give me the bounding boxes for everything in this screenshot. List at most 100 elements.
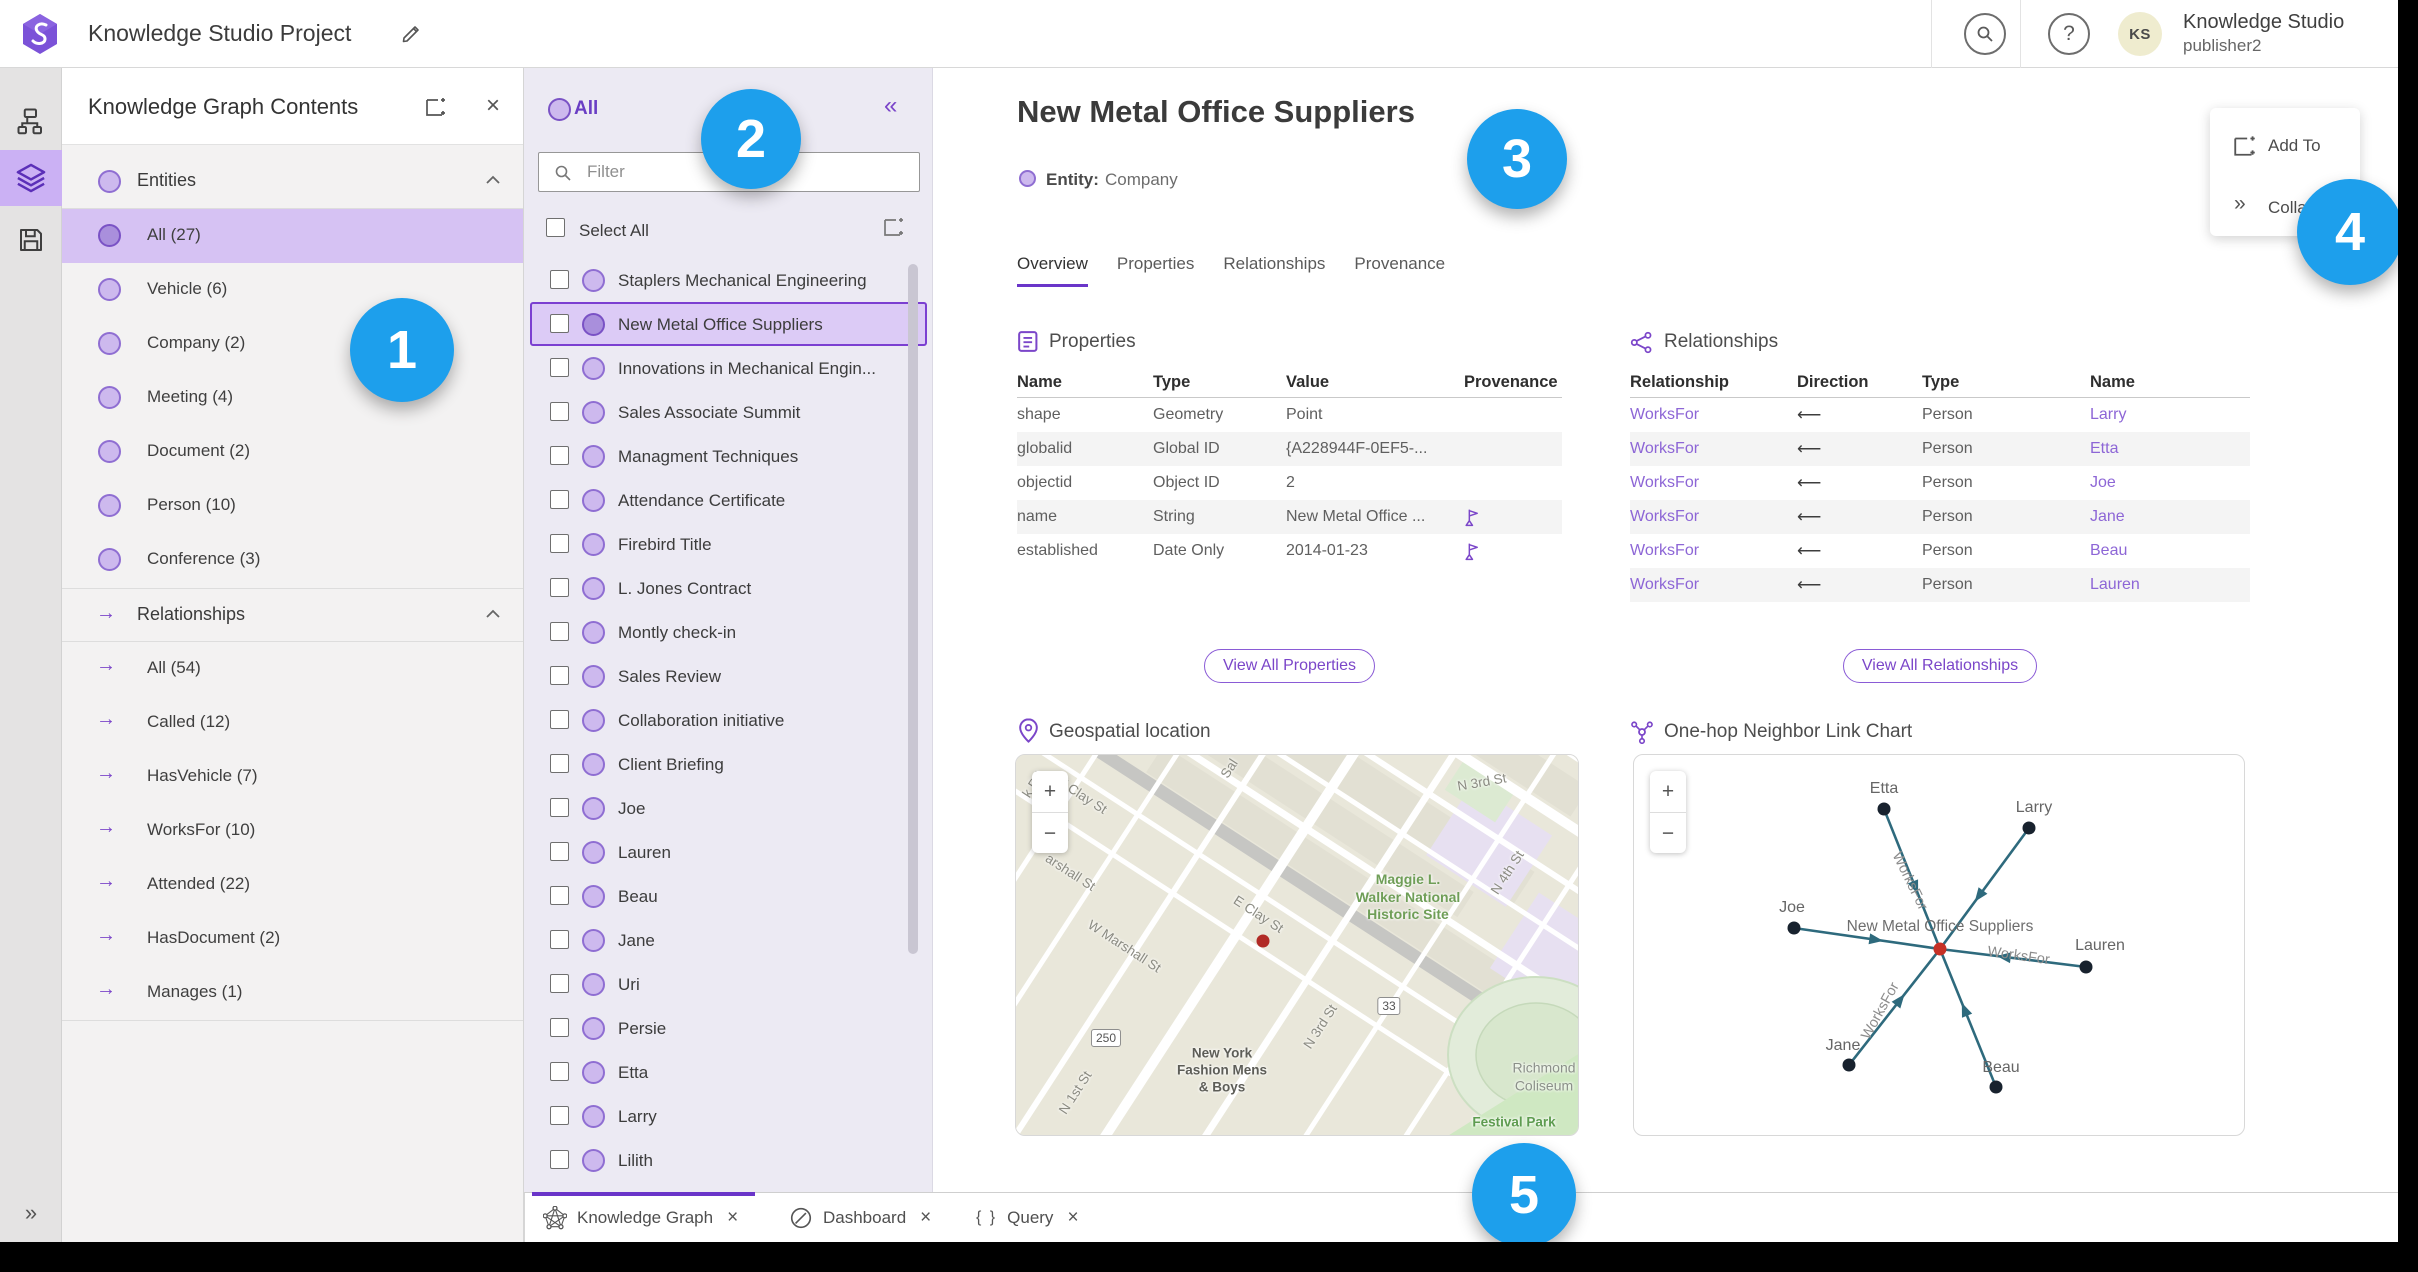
sidebar-item-conference-3-[interactable]: Conference (3): [62, 533, 523, 587]
item-checkbox[interactable]: [550, 842, 569, 861]
table-cell[interactable]: WorksFor: [1630, 406, 1797, 424]
list-item-sales-associate-summit[interactable]: Sales Associate Summit: [530, 390, 927, 434]
sidebar-item-attended-22-[interactable]: → Attended (22): [62, 858, 523, 912]
zoom-out-button[interactable]: −: [1650, 812, 1686, 853]
list-item-uri[interactable]: Uri: [530, 962, 927, 1006]
sidebar-item-vehicle-6-[interactable]: Vehicle (6): [62, 263, 523, 317]
list-item-persie[interactable]: Persie: [530, 1006, 927, 1050]
item-checkbox[interactable]: [550, 270, 569, 289]
table-cell[interactable]: Joe: [2090, 474, 2250, 492]
node-joe[interactable]: [1787, 921, 1801, 935]
item-checkbox[interactable]: [550, 1150, 569, 1169]
item-checkbox[interactable]: [550, 886, 569, 905]
tab-overview[interactable]: Overview: [1017, 254, 1088, 287]
node-etta[interactable]: [1877, 802, 1891, 816]
tab-properties[interactable]: Properties: [1117, 254, 1194, 284]
list-scrollbar[interactable]: [908, 264, 918, 954]
list-item-lauren[interactable]: Lauren: [530, 830, 927, 874]
sidebar-item-person-10-[interactable]: Person (10): [62, 479, 523, 533]
zoom-in-button[interactable]: +: [1032, 771, 1068, 812]
tab-provenance[interactable]: Provenance: [1354, 254, 1445, 284]
sidebar-item-hasvehicle-7-[interactable]: → HasVehicle (7): [62, 750, 523, 804]
item-checkbox[interactable]: [550, 974, 569, 993]
table-cell[interactable]: WorksFor: [1630, 576, 1797, 594]
node-jane[interactable]: [1842, 1058, 1856, 1072]
collapse-list-icon[interactable]: «: [884, 92, 897, 120]
list-item-client-briefing[interactable]: Client Briefing: [530, 742, 927, 786]
zoom-in-button[interactable]: +: [1650, 771, 1686, 812]
sidebar-item-called-12-[interactable]: → Called (12): [62, 696, 523, 750]
list-item-larry[interactable]: Larry: [530, 1094, 927, 1138]
view-all-properties-button[interactable]: View All Properties: [1203, 649, 1376, 683]
sidebar-item-all-54-[interactable]: → All (54): [62, 642, 523, 696]
zoom-out-button[interactable]: −: [1032, 812, 1068, 853]
sidebar-item-all-27-[interactable]: All (27): [62, 209, 523, 263]
item-checkbox[interactable]: [550, 314, 569, 333]
edit-pencil-icon[interactable]: [400, 21, 424, 45]
list-item-lilith[interactable]: Lilith: [530, 1138, 927, 1182]
sidebar-item-document-2-[interactable]: Document (2): [62, 425, 523, 479]
list-filter-type[interactable]: All: [574, 98, 598, 120]
item-checkbox[interactable]: [550, 622, 569, 641]
view-all-relationships-button[interactable]: View All Relationships: [1842, 649, 2038, 683]
item-checkbox[interactable]: [550, 710, 569, 729]
search-button[interactable]: [1964, 13, 2006, 55]
table-cell[interactable]: WorksFor: [1630, 474, 1797, 492]
list-item-innovations-in-mechanical-engin-[interactable]: Innovations in Mechanical Engin...: [530, 346, 927, 390]
table-cell[interactable]: WorksFor: [1630, 508, 1797, 526]
provenance-flag-icon[interactable]: [1464, 542, 1481, 561]
tab-relationships[interactable]: Relationships: [1223, 254, 1325, 284]
table-cell[interactable]: Larry: [2090, 406, 2250, 424]
table-cell[interactable]: WorksFor: [1630, 542, 1797, 560]
table-cell[interactable]: WorksFor: [1630, 440, 1797, 458]
node-larry[interactable]: [2022, 821, 2036, 835]
item-checkbox[interactable]: [550, 798, 569, 817]
list-item-managment-techniques[interactable]: Managment Techniques: [530, 434, 927, 478]
save-tool-button[interactable]: [0, 212, 62, 268]
item-checkbox[interactable]: [550, 1062, 569, 1081]
item-checkbox[interactable]: [550, 930, 569, 949]
link-chart[interactable]: WorksFor WorksFor WorksFor Etta Larry Joe Laur…: [1633, 754, 2245, 1136]
edge-jane[interactable]: [1851, 951, 1939, 1062]
table-cell[interactable]: Jane: [2090, 508, 2250, 526]
help-button[interactable]: ?: [2048, 13, 2090, 55]
add-to-map-icon[interactable]: [424, 94, 448, 118]
list-item-staplers-mechanical-engineering[interactable]: Staplers Mechanical Engineering: [530, 258, 927, 302]
list-item-collaboration-initiative[interactable]: Collaboration initiative: [530, 698, 927, 742]
geospatial-map[interactable]: W Clay St E Clay St arshall St W Marshall S…: [1015, 754, 1579, 1136]
user-avatar[interactable]: KS: [2118, 12, 2162, 56]
sidebar-item-manages-1-[interactable]: → Manages (1): [62, 966, 523, 1020]
item-checkbox[interactable]: [550, 1106, 569, 1125]
item-checkbox[interactable]: [550, 1018, 569, 1037]
list-item-beau[interactable]: Beau: [530, 874, 927, 918]
item-checkbox[interactable]: [550, 578, 569, 597]
item-checkbox[interactable]: [550, 446, 569, 465]
list-item-sales-review[interactable]: Sales Review: [530, 654, 927, 698]
close-tab-icon[interactable]: ×: [1067, 1207, 1078, 1229]
table-cell[interactable]: Etta: [2090, 440, 2250, 458]
list-item-new-metal-office-suppliers[interactable]: New Metal Office Suppliers: [530, 302, 927, 346]
list-item-attendance-certificate[interactable]: Attendance Certificate: [530, 478, 927, 522]
list-item-firebird-title[interactable]: Firebird Title: [530, 522, 927, 566]
list-item-montly-check-in[interactable]: Montly check-in: [530, 610, 927, 654]
item-checkbox[interactable]: [550, 358, 569, 377]
contents-tool-button[interactable]: [0, 150, 62, 206]
view-tab-dashboard[interactable]: Dashboard ×: [789, 1193, 931, 1243]
item-checkbox[interactable]: [550, 754, 569, 773]
entities-section-header[interactable]: Entities: [62, 155, 523, 209]
select-all-checkbox[interactable]: [546, 218, 565, 237]
close-tab-icon[interactable]: ×: [727, 1207, 738, 1229]
add-to-button[interactable]: Add To: [2268, 136, 2321, 156]
add-to-map-icon[interactable]: [882, 214, 906, 238]
item-checkbox[interactable]: [550, 402, 569, 421]
table-cell[interactable]: Beau: [2090, 542, 2250, 560]
relationships-section-header[interactable]: → Relationships: [62, 588, 523, 642]
sidebar-item-company-2-[interactable]: Company (2): [62, 317, 523, 371]
sidebar-item-hasdocument-2-[interactable]: → HasDocument (2): [62, 912, 523, 966]
sidebar-item-worksfor-10-[interactable]: → WorksFor (10): [62, 804, 523, 858]
item-checkbox[interactable]: [550, 534, 569, 553]
close-tab-icon[interactable]: ×: [920, 1207, 931, 1229]
node-lauren[interactable]: [2079, 960, 2093, 974]
list-item-joe[interactable]: Joe: [530, 786, 927, 830]
schema-tool-button[interactable]: [0, 94, 62, 150]
